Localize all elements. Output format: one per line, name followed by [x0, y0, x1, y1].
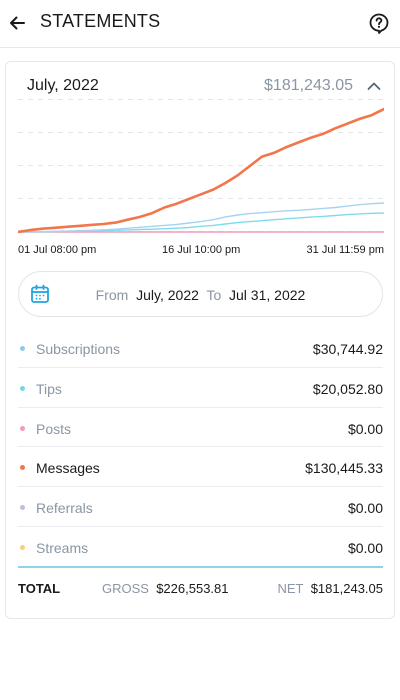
- category-color-dot: [20, 544, 25, 550]
- totals-row: TOTAL GROSS $226,553.81 NET $181,243.05: [18, 566, 383, 606]
- earnings-chart: [18, 99, 384, 234]
- help-button[interactable]: [366, 10, 392, 36]
- chevron-up-icon: [367, 82, 381, 90]
- list-item[interactable]: Messages $130,445.33: [18, 447, 383, 488]
- category-label: Referrals: [36, 500, 93, 517]
- net-label: NET: [277, 581, 304, 596]
- category-label: Streams: [36, 539, 89, 556]
- chart-x-tick-label: 31 Jul 11:59 pm: [306, 244, 384, 256]
- help-circle-icon: [369, 13, 389, 34]
- date-range-picker[interactable]: From July, 2022 To Jul 31, 2022: [18, 271, 383, 317]
- collapse-button[interactable]: [362, 74, 386, 98]
- from-label: From: [95, 287, 129, 303]
- from-value: July, 2022: [136, 287, 199, 303]
- category-color-dot: [20, 425, 25, 431]
- arrow-left-icon: [10, 16, 25, 30]
- category-color-dot: [20, 465, 25, 471]
- gross-total: GROSS $226,553.81: [102, 581, 229, 596]
- chart-line-tips: [18, 212, 384, 233]
- category-color-dot: [20, 385, 25, 391]
- chart-line-messages: [18, 107, 384, 234]
- category-amount: $0.00: [347, 500, 383, 517]
- total-label: TOTAL: [18, 581, 61, 596]
- category-label: Posts: [36, 420, 72, 437]
- list-item[interactable]: Posts $0.00: [18, 408, 383, 448]
- list-item[interactable]: Referrals $0.00: [18, 487, 383, 527]
- statement-month: July, 2022: [27, 77, 99, 94]
- chart-x-tick-label: 01 Jul 08:00 pm: [18, 244, 97, 256]
- to-value: Jul 31, 2022: [229, 287, 306, 303]
- back-button[interactable]: [4, 10, 30, 36]
- chart-x-axis: 01 Jul 08:00 pm 16 Jul 10:00 pm 31 Jul 1…: [18, 244, 384, 258]
- list-item[interactable]: Subscriptions $30,744.92: [18, 328, 383, 368]
- list-item[interactable]: Tips $20,052.80: [18, 368, 383, 408]
- category-amount: $130,445.33: [305, 460, 383, 477]
- app-header: STATEMENTS: [0, 0, 400, 48]
- earnings-breakdown-list: Subscriptions $30,744.92 Tips $20,052.80…: [18, 328, 383, 567]
- list-item[interactable]: Streams $0.00: [18, 527, 383, 567]
- to-label: To: [206, 287, 222, 303]
- gross-value: $226,553.81: [156, 581, 229, 596]
- page-title: STATEMENTS: [40, 11, 161, 31]
- statement-card: July, 2022 $181,243.05 01 Jul 08:00 pm 1…: [5, 61, 395, 619]
- category-label: Tips: [36, 380, 62, 397]
- category-amount: $30,744.92: [312, 341, 383, 357]
- statement-month-total: $181,243.05: [264, 77, 353, 94]
- category-amount: $0.00: [347, 539, 383, 556]
- chart-x-tick-label: 16 Jul 10:00 pm: [162, 244, 241, 256]
- date-range-text: From July, 2022 To Jul 31, 2022: [19, 287, 382, 303]
- gross-label: GROSS: [102, 581, 149, 596]
- net-total: NET $181,243.05: [277, 581, 383, 596]
- category-amount: $20,052.80: [312, 380, 383, 397]
- category-color-dot: [20, 346, 25, 351]
- category-label: Messages: [36, 460, 100, 477]
- net-value: $181,243.05: [310, 581, 383, 596]
- category-amount: $0.00: [347, 420, 383, 437]
- category-color-dot: [20, 505, 25, 511]
- category-label: Subscriptions: [36, 341, 121, 357]
